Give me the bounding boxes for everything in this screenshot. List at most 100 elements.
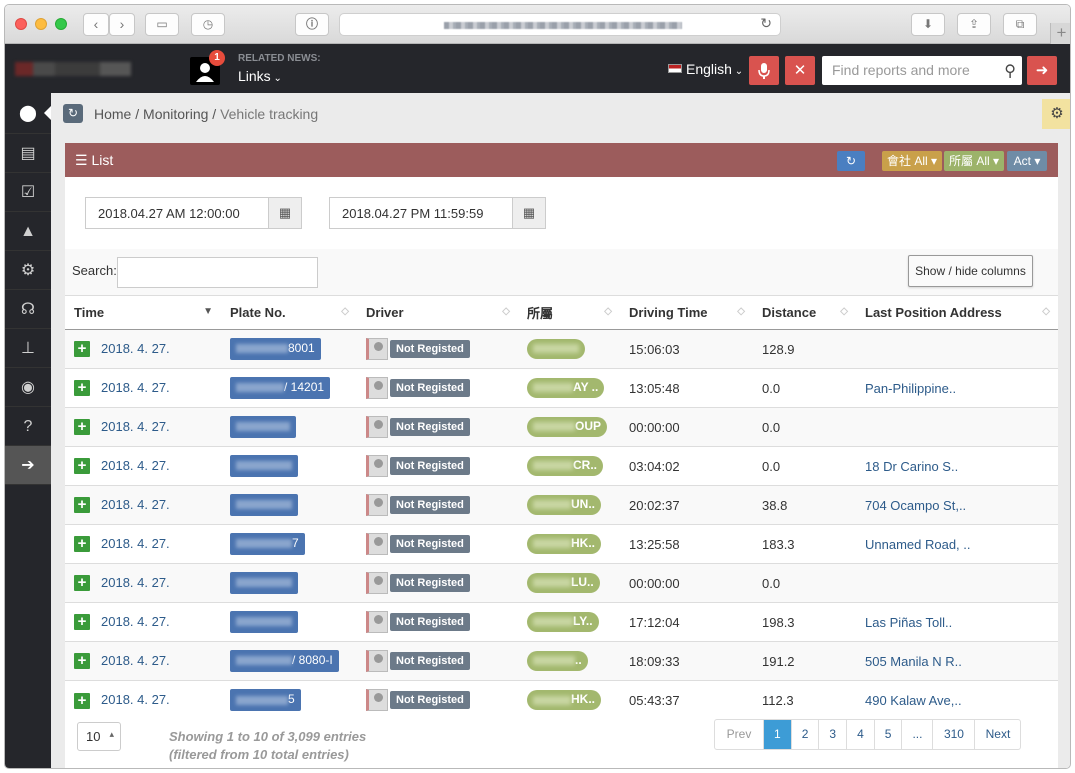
fullscreen-button[interactable]: ✕ xyxy=(785,56,815,85)
page-button[interactable]: 3 xyxy=(818,720,846,749)
page-button[interactable]: 2 xyxy=(790,720,819,749)
settings-gears-icon[interactable]: ⚙ xyxy=(1042,99,1070,129)
calendar-icon[interactable]: ▦ xyxy=(268,197,302,229)
language-dropdown[interactable]: English ⌄ xyxy=(668,61,743,77)
table-row[interactable]: +2018. 4. 27. / 8080-I Not Registed.. 18:09… xyxy=(65,641,1058,681)
back-button[interactable]: ‹ xyxy=(83,13,109,36)
address-link[interactable]: Pan-Philippine.. xyxy=(865,381,956,396)
table-row[interactable]: +2018. 4. 27. / 14201 Not Registed AY .. 13:… xyxy=(65,368,1058,408)
sidebar-item-reports[interactable]: ▤ xyxy=(5,134,51,173)
zoom-window-button[interactable] xyxy=(55,18,67,30)
page-button[interactable]: 310 xyxy=(932,720,974,749)
sidebar-item-settings[interactable]: ⚙ xyxy=(5,251,51,290)
act-dropdown[interactable]: Act ▾ xyxy=(1007,151,1047,171)
plate-badge xyxy=(230,416,296,438)
table-row[interactable]: +2018. 4. 27. Not Registed OUP 00:00:00 0.0 xyxy=(65,407,1058,447)
sidebar-item-support[interactable]: ☊ xyxy=(5,290,51,329)
address-link[interactable]: Las Piñas Toll.. xyxy=(865,615,952,630)
time-link[interactable]: 2018. 4. 27. xyxy=(101,614,170,629)
page-length-select[interactable]: 10 ▴ xyxy=(77,722,121,751)
expand-row-plus-icon[interactable]: + xyxy=(74,497,90,514)
column-header-time[interactable]: Time ▼ xyxy=(65,295,221,330)
prev-page-button[interactable]: Prev xyxy=(715,720,763,749)
close-window-button[interactable] xyxy=(15,18,27,30)
time-link[interactable]: 2018. 4. 27. xyxy=(101,692,170,707)
table-row[interactable]: +2018. 4. 27. Not Registed UN.. 20:02:37 38.… xyxy=(65,485,1058,525)
end-datetime-input[interactable]: 2018.04.27 PM 11:59:59 xyxy=(329,197,513,229)
sidebar-item-road[interactable]: ▲ xyxy=(5,212,51,251)
sidebar-item-help[interactable]: ? xyxy=(5,407,51,446)
column-header-driving-time[interactable]: Driving Time ◇ xyxy=(620,295,753,330)
time-link[interactable]: 2018. 4. 27. xyxy=(101,341,170,356)
expand-row-plus-icon[interactable]: + xyxy=(74,575,90,592)
app-logo[interactable] xyxy=(15,62,131,76)
column-header-distance[interactable]: Distance ◇ xyxy=(753,295,856,330)
sidebar-item-organization[interactable]: ⊥ xyxy=(5,329,51,368)
time-link[interactable]: 2018. 4. 27. xyxy=(101,380,170,395)
time-link[interactable]: 2018. 4. 27. xyxy=(101,536,170,551)
time-link[interactable]: 2018. 4. 27. xyxy=(101,497,170,512)
expand-row-plus-icon[interactable]: + xyxy=(74,419,90,436)
page-button[interactable]: 1 xyxy=(763,720,791,749)
company-filter-dropdown[interactable]: 會社 All ▾ xyxy=(882,151,942,171)
address-link[interactable]: 490 Kalaw Ave,.. xyxy=(865,693,962,708)
show-hide-columns-button[interactable]: Show / hide columns xyxy=(908,255,1033,287)
expand-row-plus-icon[interactable]: + xyxy=(74,458,90,475)
breadcrumb-home[interactable]: Home xyxy=(94,106,131,122)
expand-row-plus-icon[interactable]: + xyxy=(74,614,90,631)
sidebar-item-schedule[interactable]: ☑ xyxy=(5,173,51,212)
time-link[interactable]: 2018. 4. 27. xyxy=(101,575,170,590)
breadcrumb-monitoring[interactable]: Monitoring xyxy=(143,106,208,122)
calendar-icon[interactable]: ▦ xyxy=(512,197,546,229)
address-link[interactable]: 505 Manila N R.. xyxy=(865,654,962,669)
column-header-address[interactable]: Last Position Address ◇ xyxy=(856,295,1058,330)
tabs-overview-icon[interactable]: ⧉ xyxy=(1003,13,1037,36)
belong-filter-dropdown[interactable]: 所屬 All ▾ xyxy=(944,151,1004,171)
logout-button[interactable]: ➜ xyxy=(1027,56,1057,85)
expand-row-plus-icon[interactable]: + xyxy=(74,692,90,709)
next-page-button[interactable]: Next xyxy=(974,720,1020,749)
search-icon[interactable]: ⚲ xyxy=(1004,61,1016,81)
downloads-icon[interactable]: ⬇ xyxy=(911,13,945,36)
table-row[interactable]: +2018. 4. 27. 7 Not Registed HK.. 13:25:58 18… xyxy=(65,524,1058,564)
expand-row-plus-icon[interactable]: + xyxy=(74,341,90,358)
address-link[interactable]: 704 Ocampo St,.. xyxy=(865,498,966,513)
share-icon[interactable]: ⇪ xyxy=(957,13,991,36)
column-header-plate[interactable]: Plate No. ◇ xyxy=(221,295,357,330)
history-icon[interactable]: ◷ xyxy=(191,13,225,36)
microphone-button[interactable] xyxy=(749,56,779,85)
sidebar-item-collapse[interactable]: ➔ xyxy=(5,446,51,485)
report-search-input[interactable]: Find reports and more ⚲ xyxy=(822,56,1022,85)
sidebar-item-github[interactable]: ◉ xyxy=(5,368,51,407)
info-line-2: (filtered from 10 total entries) xyxy=(169,747,349,762)
expand-row-plus-icon[interactable]: + xyxy=(74,653,90,670)
address-link[interactable]: Unnamed Road, .. xyxy=(865,537,971,552)
forward-button[interactable]: › xyxy=(109,13,135,36)
panel-refresh-button[interactable]: ↻ xyxy=(837,151,865,171)
table-row[interactable]: +2018. 4. 27. Not Registed LU.. 00:00:00 0.0 xyxy=(65,563,1058,603)
address-bar[interactable]: ↻ xyxy=(339,13,781,36)
sidebar-toggle-icon[interactable]: ▭ xyxy=(145,13,179,36)
table-row[interactable]: +2018. 4. 27. 8001 Not Registed 15:06:03 128… xyxy=(65,329,1058,369)
column-header-belong[interactable]: 所屬 ◇ xyxy=(518,295,620,330)
refresh-icon[interactable]: ↻ xyxy=(63,104,83,123)
privacy-icon[interactable]: ⓘ xyxy=(295,13,329,36)
minimize-window-button[interactable] xyxy=(35,18,47,30)
table-row[interactable]: +2018. 4. 27. Not Registed LY.. 17:12:04 198… xyxy=(65,602,1058,642)
start-datetime-input[interactable]: 2018.04.27 AM 12:00:00 xyxy=(85,197,269,229)
time-link[interactable]: 2018. 4. 27. xyxy=(101,458,170,473)
time-link[interactable]: 2018. 4. 27. xyxy=(101,653,170,668)
time-link[interactable]: 2018. 4. 27. xyxy=(101,419,170,434)
table-row[interactable]: +2018. 4. 27. Not Registed CR.. 03:04:02 0.0… xyxy=(65,446,1058,486)
table-search-input[interactable] xyxy=(117,257,318,288)
sidebar-item-monitoring[interactable]: ⬤ xyxy=(5,93,51,134)
expand-row-plus-icon[interactable]: + xyxy=(74,380,90,397)
page-button[interactable]: 5 xyxy=(873,720,902,749)
column-header-driver[interactable]: Driver ◇ xyxy=(357,295,518,330)
reload-icon[interactable]: ↻ xyxy=(760,15,772,32)
new-tab-button[interactable]: + xyxy=(1050,23,1070,44)
address-link[interactable]: 18 Dr Carino S.. xyxy=(865,459,958,474)
page-button[interactable]: 4 xyxy=(846,720,874,749)
expand-row-plus-icon[interactable]: + xyxy=(74,536,90,553)
links-dropdown[interactable]: Links ⌄ xyxy=(238,68,282,84)
